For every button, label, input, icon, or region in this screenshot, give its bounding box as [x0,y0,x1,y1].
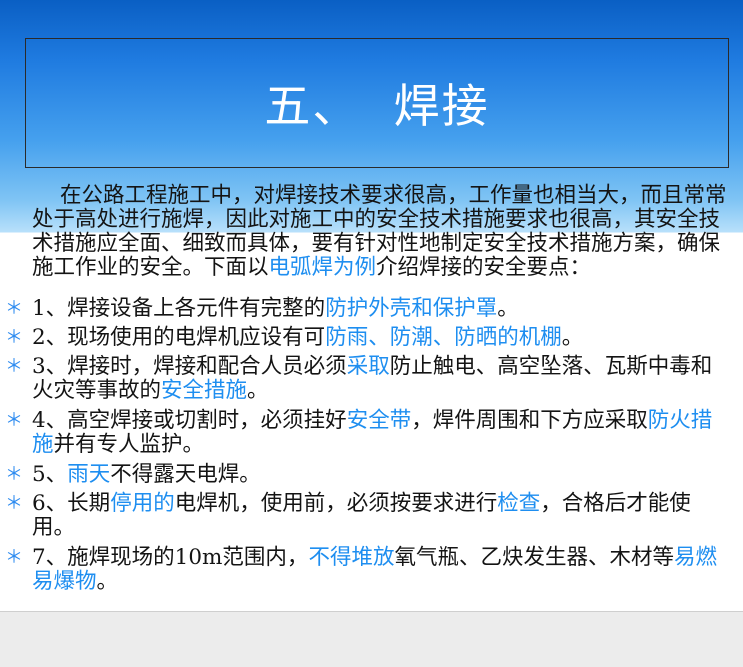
bullet-text: 5、 [32,462,68,487]
title-box: 五、 焊接 [25,38,729,168]
bullet-text: 7、施焊现场的10m范围内， [32,545,309,570]
bullet-text: 4、高空焊接或切割时，必须挂好 [32,408,347,433]
bullet-star-icon: ＊ [5,298,23,319]
bullet-text: 氧气瓶、乙炔发生器、木材等 [394,545,674,570]
bullet-text: 。 [497,296,519,321]
footer-strip [0,612,743,667]
list-item: ＊ 7、施焊现场的10m范围内，不得堆放氧气瓶、乙炔发生器、木材等易燃易爆物。 [0,546,743,594]
bullet-star-icon: ＊ [5,356,23,377]
bullet-star-icon: ＊ [5,327,23,348]
bullet-highlight: 检查 [497,491,541,516]
bullet-text: 3、焊接时，焊接和配合人员必须 [32,354,347,379]
list-item: ＊ 2、现场使用的电焊机应设有可防雨、防潮、防晒的机棚。 [0,326,743,350]
bullet-highlight: 雨天 [67,462,111,487]
list-item: ＊ 3、焊接时，焊接和配合人员必须采取防止触电、高空坠落、瓦斯中毒和火灾等事故的… [0,355,743,403]
bullet-star-icon: ＊ [5,410,23,431]
list-item: ＊ 6、长期停用的电焊机，使用前，必须按要求进行检查，合格后才能使用。 [0,492,743,540]
bullet-highlight: 不得堆放 [308,545,395,570]
bullet-text: ，焊件周围和下方应采取 [411,408,648,433]
bullet-highlight: 防雨、防潮、防晒的机棚 [325,325,562,350]
intro-text: 介绍焊接的安全要点： [376,255,592,280]
list-item: ＊ 5、雨天不得露天电焊。 [0,463,743,487]
bullet-highlight: 停用的 [110,491,175,516]
bullet-highlight: 采取 [346,354,390,379]
bullet-highlight: 安全带 [346,408,412,433]
list-item: ＊ 1、焊接设备上各元件有完整的防护外壳和保护罩。 [0,297,743,321]
bullet-text: 。 [96,569,119,594]
bullet-highlight: 安全措施 [161,378,248,403]
slide: 五、 焊接 在公路工程施工中，对焊接技术要求很高，工作量也相当大，而且常常处于高… [0,0,743,612]
bullet-list: ＊ 1、焊接设备上各元件有完整的防护外壳和保护罩。 ＊ 2、现场使用的电焊机应设… [0,297,743,594]
intro-highlight: 电弧焊为例 [268,255,377,280]
bullet-star-icon: ＊ [5,493,23,514]
bullet-text: 并有专人监护。 [53,432,205,457]
bullet-star-icon: ＊ [5,547,23,568]
bullet-text: 。 [247,378,269,403]
intro-paragraph: 在公路工程施工中，对焊接技术要求很高，工作量也相当大，而且常常处于高处进行施焊，… [32,184,732,280]
bullet-highlight: 防护外壳和保护罩 [325,296,498,321]
bullet-text: 6、长期 [32,491,111,516]
bullet-text: 1、焊接设备上各元件有完整的 [32,296,326,321]
list-item: ＊ 4、高空焊接或切割时，必须挂好安全带，焊件周围和下方应采取防火措施并有专人监… [0,409,743,457]
bullet-text: 电焊机，使用前，必须按要求进行 [174,491,498,516]
bullet-star-icon: ＊ [5,464,23,485]
slide-title: 五、 焊接 [264,79,490,133]
bullet-text: 不得露天电焊。 [110,462,261,487]
bullet-text: 2、现场使用的电焊机应设有可 [32,325,326,350]
bullet-text: 。 [561,325,584,350]
